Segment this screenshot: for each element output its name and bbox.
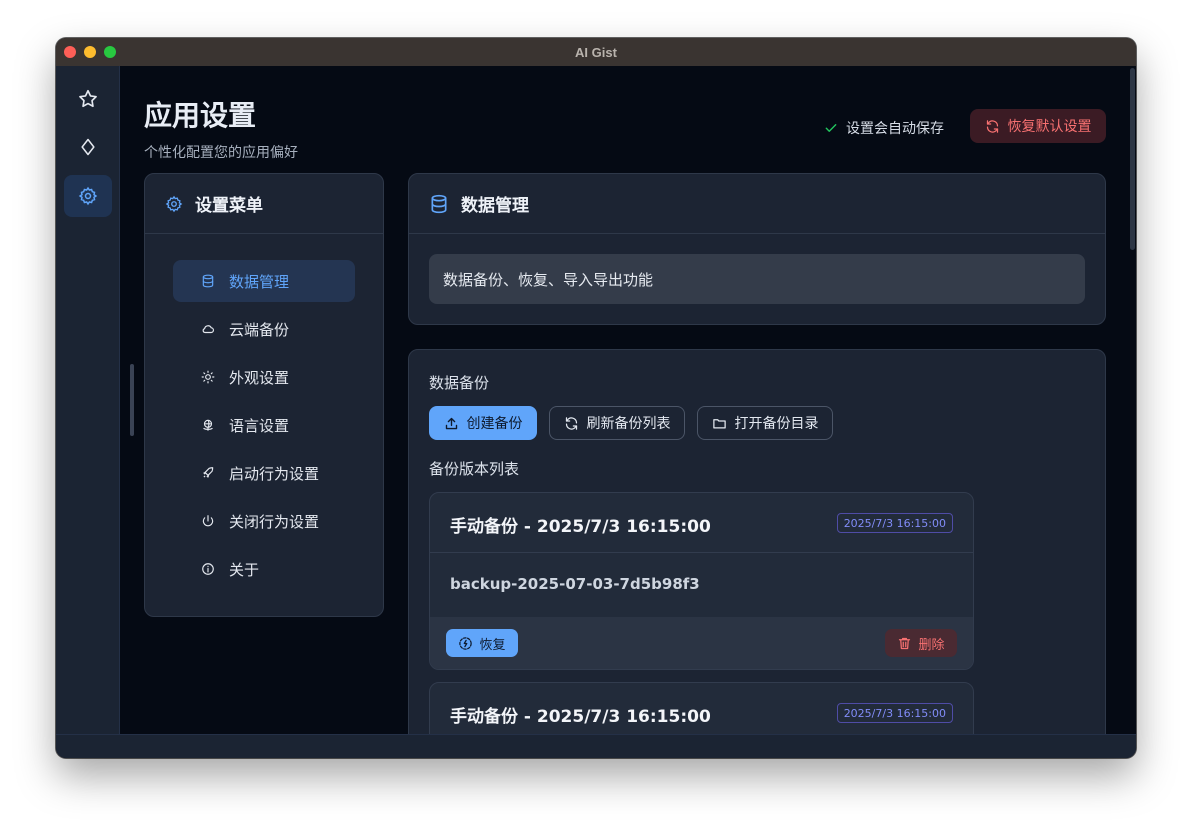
settings-page: 应用设置 个性化配置您的应用偏好 设置会自动保存 恢复默认设置 设置菜单 数据管…	[120, 66, 1130, 749]
menu-item-about[interactable]: 关于	[173, 548, 355, 590]
gear-icon	[165, 195, 183, 213]
restore-icon	[458, 636, 473, 651]
app-window: AI Gist 应用设置 个性化配置您的应用偏好 设置会自动保存 恢复默认设置 …	[56, 38, 1136, 758]
menu-item-appearance[interactable]: 外观设置	[173, 356, 355, 398]
trash-icon	[897, 636, 912, 651]
autosave-status: 设置会自动保存	[824, 118, 944, 138]
backup-timestamp-badge: 2025/7/3 16:15:00	[836, 513, 953, 533]
status-bar	[56, 734, 1136, 758]
delete-label: 删除	[918, 637, 945, 653]
menu-item-label: 关闭行为设置	[229, 512, 320, 531]
create-backup-button[interactable]: 创建备份	[429, 406, 537, 440]
backup-panel: 数据备份 创建备份 刷新备份列表 打开备份目录 备份版本列表 手动备份 - 20…	[408, 349, 1106, 749]
zoom-window-button[interactable]	[104, 46, 116, 58]
create-backup-label: 创建备份	[466, 416, 523, 432]
backup-entry: 手动备份 - 2025/7/3 16:15:00 2025/7/3 16:15:…	[429, 492, 974, 670]
nav-rail	[56, 66, 120, 734]
globe-icon	[201, 418, 215, 432]
settings-menu-header: 设置菜单	[145, 174, 383, 234]
backup-list-heading: 备份版本列表	[429, 460, 520, 478]
open-backup-dir-button[interactable]: 打开备份目录	[697, 406, 833, 440]
rocket-icon	[201, 466, 215, 480]
power-icon	[201, 514, 215, 528]
folder-icon	[712, 416, 727, 431]
star-icon	[77, 88, 99, 110]
rail-favorites-button[interactable]	[64, 78, 112, 120]
menu-item-cloud-backup[interactable]: 云端备份	[173, 308, 355, 350]
section-title: 数据管理	[461, 196, 529, 216]
menu-item-label: 外观设置	[229, 368, 290, 387]
window-title: AI Gist	[575, 44, 617, 60]
section-header: 数据管理	[409, 174, 1105, 234]
section-description: 数据备份、恢复、导入导出功能	[429, 254, 1085, 304]
menu-item-label: 云端备份	[229, 320, 290, 339]
gear-icon	[78, 186, 98, 206]
reset-defaults-label: 恢复默认设置	[1007, 119, 1092, 135]
backup-entry-actions: 恢复 删除	[430, 617, 973, 669]
delete-backup-button[interactable]: 删除	[885, 629, 957, 657]
backup-file-name: backup-2025-07-03-7d5b98f3	[450, 575, 700, 593]
settings-menu: 设置菜单 数据管理 云端备份 外观设置 语言设置 启动行为设置 关闭行为设置 关…	[144, 173, 384, 617]
reset-defaults-button[interactable]: 恢复默认设置	[970, 109, 1106, 143]
cloud-icon	[201, 322, 215, 336]
refresh-backups-label: 刷新备份列表	[586, 416, 671, 432]
page-title: 应用设置	[144, 99, 257, 132]
menu-item-language[interactable]: 语言设置	[173, 404, 355, 446]
sun-icon	[201, 370, 215, 384]
check-icon	[824, 121, 838, 135]
upload-icon	[444, 416, 459, 431]
menu-item-startup-behavior[interactable]: 启动行为设置	[173, 452, 355, 494]
diamond-icon	[78, 137, 98, 157]
window-controls	[64, 46, 116, 58]
info-icon	[201, 562, 215, 576]
minimize-window-button[interactable]	[84, 46, 96, 58]
page-subtitle: 个性化配置您的应用偏好	[144, 145, 298, 161]
refresh-backups-button[interactable]: 刷新备份列表	[549, 406, 685, 440]
menu-item-label: 启动行为设置	[229, 464, 320, 483]
autosave-text: 设置会自动保存	[846, 121, 944, 137]
title-bar: AI Gist	[56, 38, 1136, 66]
menu-item-label: 关于	[229, 560, 260, 579]
backup-timestamp-badge: 2025/7/3 16:15:00	[836, 703, 953, 723]
database-icon	[429, 194, 449, 214]
page-scrollbar[interactable]	[1130, 68, 1135, 250]
rail-settings-button[interactable]	[64, 175, 112, 217]
section-header-card: 数据管理 数据备份、恢复、导入导出功能	[408, 173, 1106, 325]
backup-heading: 数据备份	[429, 374, 490, 392]
backup-entry-header: 手动备份 - 2025/7/3 16:15:00 2025/7/3 16:15:…	[430, 493, 973, 553]
backup-entry-title: 手动备份 - 2025/7/3 16:15:00	[450, 707, 711, 727]
restore-backup-button[interactable]: 恢复	[446, 629, 518, 657]
rail-tags-button[interactable]	[64, 126, 112, 168]
close-window-button[interactable]	[64, 46, 76, 58]
restore-label: 恢复	[479, 637, 506, 653]
refresh-icon	[985, 119, 1000, 134]
menu-item-data-management[interactable]: 数据管理	[173, 260, 355, 302]
backup-entry-title: 手动备份 - 2025/7/3 16:15:00	[450, 517, 711, 537]
menu-item-label: 数据管理	[229, 272, 290, 291]
settings-menu-title: 设置菜单	[195, 196, 263, 216]
database-icon	[201, 274, 215, 288]
menu-item-close-behavior[interactable]: 关闭行为设置	[173, 500, 355, 542]
open-backup-dir-label: 打开备份目录	[734, 416, 819, 432]
menu-item-label: 语言设置	[229, 416, 290, 435]
refresh-icon	[564, 416, 579, 431]
